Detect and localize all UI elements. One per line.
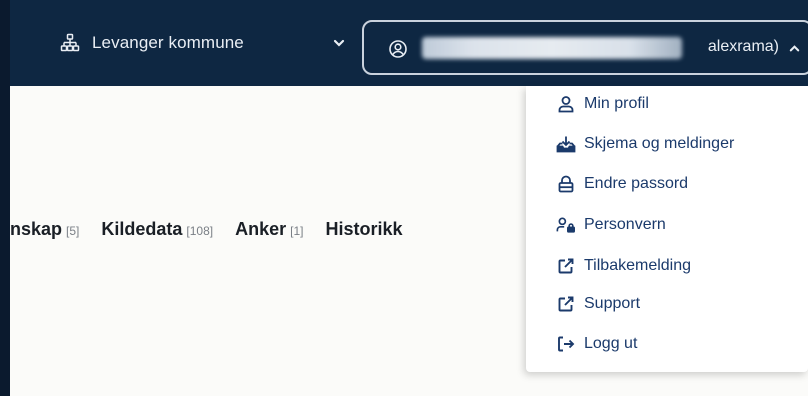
- tab-label: Anker: [235, 218, 287, 239]
- logout-icon: [556, 334, 576, 354]
- user-name-suffix: alexrama): [707, 38, 779, 55]
- top-navigation-bar: Levanger kommune alexrama): [10, 0, 808, 86]
- tab-kildedata[interactable]: Kildedata [108]: [101, 219, 213, 240]
- tab-label: nskap: [10, 218, 63, 239]
- tab-eierskap[interactable]: nskap [5]: [10, 219, 79, 240]
- menu-item-label: Logg ut: [584, 335, 638, 352]
- user-lock-icon: [556, 215, 576, 235]
- tab-historikk[interactable]: Historikk: [325, 219, 402, 240]
- menu-item-label: Tilbakemelding: [584, 257, 692, 274]
- external-link-icon: [556, 256, 576, 276]
- user-dropdown-menu: Min profil Skjema og meldinger Endre pas…: [526, 86, 808, 372]
- user-circle-icon: [388, 39, 408, 64]
- tab-label: Historikk: [325, 218, 403, 239]
- menu-item-tilbakemelding[interactable]: Tilbakemelding: [556, 256, 691, 276]
- menu-item-label: Skjema og meldinger: [584, 135, 735, 152]
- tab-count: [108]: [186, 223, 214, 238]
- org-name: Levanger kommune: [92, 33, 244, 52]
- tab-label: Kildedata: [101, 218, 183, 239]
- tab-count: [1]: [290, 223, 304, 238]
- tab-count: [5]: [66, 223, 80, 238]
- menu-item-support[interactable]: Support: [556, 294, 640, 314]
- menu-item-logg-ut[interactable]: Logg ut: [556, 334, 637, 354]
- tab-anker[interactable]: Anker [1]: [235, 219, 303, 240]
- menu-item-endre-passord[interactable]: Endre passord: [556, 174, 688, 194]
- chevron-up-icon: [788, 42, 801, 55]
- menu-item-min-profil[interactable]: Min profil: [556, 94, 649, 114]
- menu-item-skjema-og-meldinger[interactable]: Skjema og meldinger: [556, 134, 734, 154]
- user-icon: [556, 94, 576, 114]
- left-edge: [0, 0, 10, 396]
- lock-icon: [556, 174, 576, 194]
- menu-item-personvern[interactable]: Personvern: [556, 215, 666, 235]
- redacted-username: [422, 37, 682, 59]
- menu-item-label: Support: [584, 295, 641, 312]
- menu-item-label: Personvern: [584, 216, 666, 233]
- org-hierarchy-icon: [60, 33, 80, 53]
- menu-item-label: Min profil: [584, 95, 649, 112]
- inbox-download-icon: [556, 134, 576, 154]
- menu-item-label: Endre passord: [584, 175, 689, 192]
- content-tabs: nskap [5] Kildedata [108] Anker [1] Hist…: [10, 214, 530, 244]
- chevron-down-icon[interactable]: [332, 36, 346, 50]
- org-selector[interactable]: Levanger kommune: [60, 0, 244, 86]
- user-menu-button[interactable]: alexrama): [362, 20, 808, 75]
- external-link-icon: [556, 294, 576, 314]
